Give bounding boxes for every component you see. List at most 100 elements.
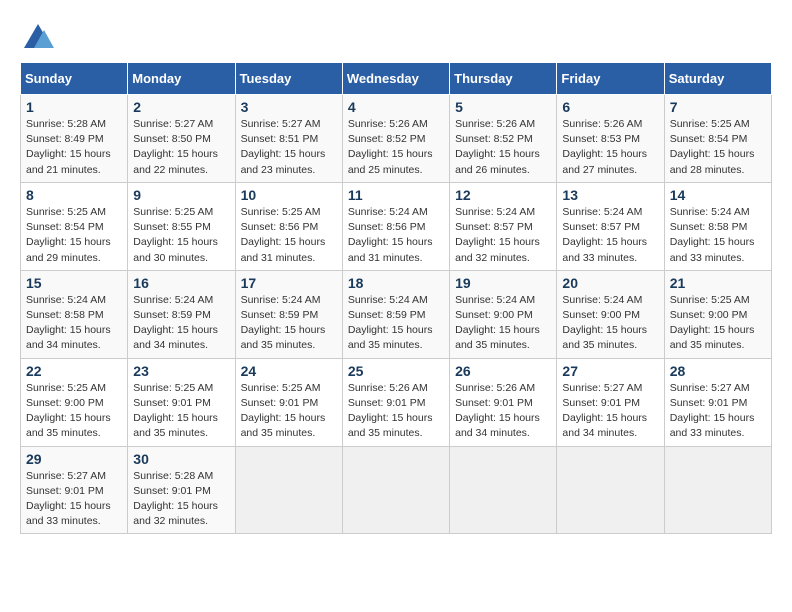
- day-info: Sunrise: 5:24 AM Sunset: 8:58 PM Dayligh…: [26, 293, 122, 354]
- day-number: 29: [26, 451, 122, 467]
- day-info: Sunrise: 5:26 AM Sunset: 9:01 PM Dayligh…: [348, 381, 444, 442]
- calendar-day-10: 10 Sunrise: 5:25 AM Sunset: 8:56 PM Dayl…: [235, 182, 342, 270]
- calendar-day-23: 23 Sunrise: 5:25 AM Sunset: 9:01 PM Dayl…: [128, 358, 235, 446]
- calendar-day-17: 17 Sunrise: 5:24 AM Sunset: 8:59 PM Dayl…: [235, 270, 342, 358]
- calendar-day-8: 8 Sunrise: 5:25 AM Sunset: 8:54 PM Dayli…: [21, 182, 128, 270]
- calendar-table: SundayMondayTuesdayWednesdayThursdayFrid…: [20, 62, 772, 534]
- calendar-week-5: 29 Sunrise: 5:27 AM Sunset: 9:01 PM Dayl…: [21, 446, 772, 534]
- day-number: 6: [562, 99, 658, 115]
- day-info: Sunrise: 5:27 AM Sunset: 8:51 PM Dayligh…: [241, 117, 337, 178]
- calendar-day-empty: [557, 446, 664, 534]
- day-number: 9: [133, 187, 229, 203]
- calendar-day-7: 7 Sunrise: 5:25 AM Sunset: 8:54 PM Dayli…: [664, 95, 771, 183]
- calendar-week-2: 8 Sunrise: 5:25 AM Sunset: 8:54 PM Dayli…: [21, 182, 772, 270]
- day-info: Sunrise: 5:24 AM Sunset: 8:56 PM Dayligh…: [348, 205, 444, 266]
- day-info: Sunrise: 5:24 AM Sunset: 8:57 PM Dayligh…: [455, 205, 551, 266]
- calendar-week-4: 22 Sunrise: 5:25 AM Sunset: 9:00 PM Dayl…: [21, 358, 772, 446]
- calendar-day-5: 5 Sunrise: 5:26 AM Sunset: 8:52 PM Dayli…: [450, 95, 557, 183]
- calendar-day-empty: [450, 446, 557, 534]
- logo: [20, 20, 56, 52]
- day-number: 10: [241, 187, 337, 203]
- calendar-day-9: 9 Sunrise: 5:25 AM Sunset: 8:55 PM Dayli…: [128, 182, 235, 270]
- day-number: 15: [26, 275, 122, 291]
- calendar-day-19: 19 Sunrise: 5:24 AM Sunset: 9:00 PM Dayl…: [450, 270, 557, 358]
- day-info: Sunrise: 5:25 AM Sunset: 9:01 PM Dayligh…: [241, 381, 337, 442]
- day-number: 16: [133, 275, 229, 291]
- calendar-day-28: 28 Sunrise: 5:27 AM Sunset: 9:01 PM Dayl…: [664, 358, 771, 446]
- day-number: 22: [26, 363, 122, 379]
- calendar-day-12: 12 Sunrise: 5:24 AM Sunset: 8:57 PM Dayl…: [450, 182, 557, 270]
- calendar-day-18: 18 Sunrise: 5:24 AM Sunset: 8:59 PM Dayl…: [342, 270, 449, 358]
- day-info: Sunrise: 5:25 AM Sunset: 8:56 PM Dayligh…: [241, 205, 337, 266]
- day-info: Sunrise: 5:24 AM Sunset: 8:59 PM Dayligh…: [348, 293, 444, 354]
- day-number: 5: [455, 99, 551, 115]
- day-number: 4: [348, 99, 444, 115]
- day-info: Sunrise: 5:25 AM Sunset: 8:55 PM Dayligh…: [133, 205, 229, 266]
- day-info: Sunrise: 5:24 AM Sunset: 8:57 PM Dayligh…: [562, 205, 658, 266]
- day-info: Sunrise: 5:24 AM Sunset: 8:59 PM Dayligh…: [133, 293, 229, 354]
- day-number: 30: [133, 451, 229, 467]
- day-info: Sunrise: 5:25 AM Sunset: 9:00 PM Dayligh…: [26, 381, 122, 442]
- calendar-day-empty: [235, 446, 342, 534]
- calendar-day-14: 14 Sunrise: 5:24 AM Sunset: 8:58 PM Dayl…: [664, 182, 771, 270]
- calendar-day-30: 30 Sunrise: 5:28 AM Sunset: 9:01 PM Dayl…: [128, 446, 235, 534]
- day-info: Sunrise: 5:28 AM Sunset: 9:01 PM Dayligh…: [133, 469, 229, 530]
- calendar-day-3: 3 Sunrise: 5:27 AM Sunset: 8:51 PM Dayli…: [235, 95, 342, 183]
- day-info: Sunrise: 5:25 AM Sunset: 9:01 PM Dayligh…: [133, 381, 229, 442]
- logo-icon: [20, 20, 52, 52]
- day-info: Sunrise: 5:25 AM Sunset: 9:00 PM Dayligh…: [670, 293, 766, 354]
- day-info: Sunrise: 5:24 AM Sunset: 9:00 PM Dayligh…: [455, 293, 551, 354]
- calendar-week-1: 1 Sunrise: 5:28 AM Sunset: 8:49 PM Dayli…: [21, 95, 772, 183]
- day-info: Sunrise: 5:27 AM Sunset: 9:01 PM Dayligh…: [26, 469, 122, 530]
- day-info: Sunrise: 5:25 AM Sunset: 8:54 PM Dayligh…: [670, 117, 766, 178]
- day-info: Sunrise: 5:27 AM Sunset: 8:50 PM Dayligh…: [133, 117, 229, 178]
- day-number: 13: [562, 187, 658, 203]
- page-header: [20, 20, 772, 52]
- calendar-day-empty: [342, 446, 449, 534]
- weekday-header-sunday: Sunday: [21, 63, 128, 95]
- day-info: Sunrise: 5:25 AM Sunset: 8:54 PM Dayligh…: [26, 205, 122, 266]
- day-info: Sunrise: 5:26 AM Sunset: 8:53 PM Dayligh…: [562, 117, 658, 178]
- weekday-header-wednesday: Wednesday: [342, 63, 449, 95]
- day-number: 28: [670, 363, 766, 379]
- weekday-header-tuesday: Tuesday: [235, 63, 342, 95]
- calendar-day-15: 15 Sunrise: 5:24 AM Sunset: 8:58 PM Dayl…: [21, 270, 128, 358]
- day-number: 14: [670, 187, 766, 203]
- day-number: 27: [562, 363, 658, 379]
- day-number: 8: [26, 187, 122, 203]
- calendar-day-4: 4 Sunrise: 5:26 AM Sunset: 8:52 PM Dayli…: [342, 95, 449, 183]
- day-info: Sunrise: 5:24 AM Sunset: 8:59 PM Dayligh…: [241, 293, 337, 354]
- day-info: Sunrise: 5:24 AM Sunset: 8:58 PM Dayligh…: [670, 205, 766, 266]
- day-number: 11: [348, 187, 444, 203]
- calendar-day-2: 2 Sunrise: 5:27 AM Sunset: 8:50 PM Dayli…: [128, 95, 235, 183]
- calendar-day-22: 22 Sunrise: 5:25 AM Sunset: 9:00 PM Dayl…: [21, 358, 128, 446]
- day-number: 20: [562, 275, 658, 291]
- calendar-header-row: SundayMondayTuesdayWednesdayThursdayFrid…: [21, 63, 772, 95]
- day-number: 21: [670, 275, 766, 291]
- day-number: 12: [455, 187, 551, 203]
- day-number: 26: [455, 363, 551, 379]
- day-number: 2: [133, 99, 229, 115]
- calendar-day-empty: [664, 446, 771, 534]
- calendar-day-20: 20 Sunrise: 5:24 AM Sunset: 9:00 PM Dayl…: [557, 270, 664, 358]
- calendar-day-13: 13 Sunrise: 5:24 AM Sunset: 8:57 PM Dayl…: [557, 182, 664, 270]
- day-info: Sunrise: 5:28 AM Sunset: 8:49 PM Dayligh…: [26, 117, 122, 178]
- day-number: 23: [133, 363, 229, 379]
- day-info: Sunrise: 5:27 AM Sunset: 9:01 PM Dayligh…: [670, 381, 766, 442]
- calendar-day-6: 6 Sunrise: 5:26 AM Sunset: 8:53 PM Dayli…: [557, 95, 664, 183]
- day-number: 1: [26, 99, 122, 115]
- calendar-day-27: 27 Sunrise: 5:27 AM Sunset: 9:01 PM Dayl…: [557, 358, 664, 446]
- day-number: 17: [241, 275, 337, 291]
- day-number: 3: [241, 99, 337, 115]
- calendar-day-25: 25 Sunrise: 5:26 AM Sunset: 9:01 PM Dayl…: [342, 358, 449, 446]
- weekday-header-thursday: Thursday: [450, 63, 557, 95]
- day-info: Sunrise: 5:27 AM Sunset: 9:01 PM Dayligh…: [562, 381, 658, 442]
- calendar-day-26: 26 Sunrise: 5:26 AM Sunset: 9:01 PM Dayl…: [450, 358, 557, 446]
- day-number: 7: [670, 99, 766, 115]
- calendar-day-1: 1 Sunrise: 5:28 AM Sunset: 8:49 PM Dayli…: [21, 95, 128, 183]
- weekday-header-saturday: Saturday: [664, 63, 771, 95]
- day-info: Sunrise: 5:26 AM Sunset: 9:01 PM Dayligh…: [455, 381, 551, 442]
- weekday-header-monday: Monday: [128, 63, 235, 95]
- day-number: 24: [241, 363, 337, 379]
- calendar-day-16: 16 Sunrise: 5:24 AM Sunset: 8:59 PM Dayl…: [128, 270, 235, 358]
